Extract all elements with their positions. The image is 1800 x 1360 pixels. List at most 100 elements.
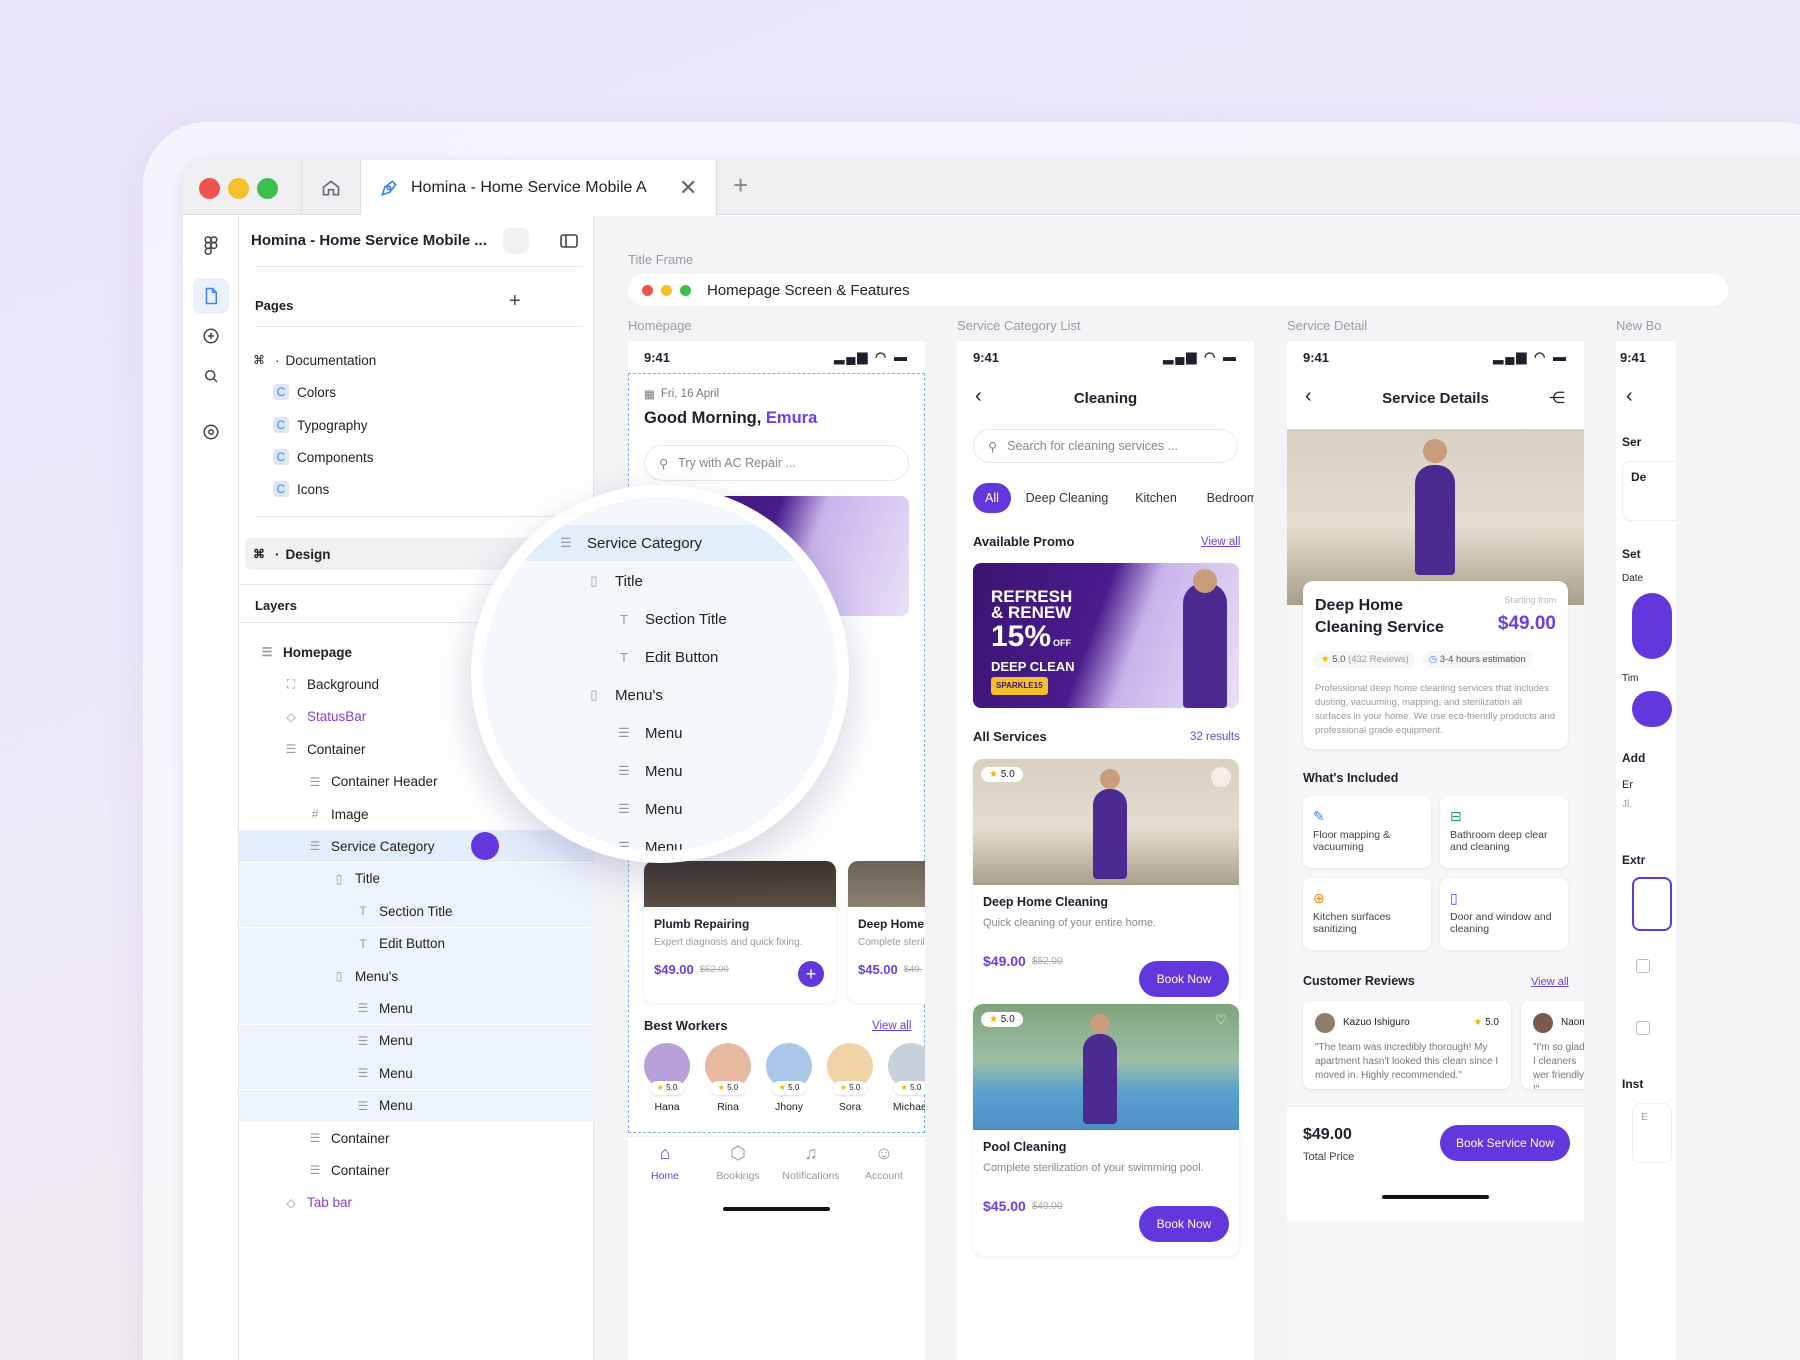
frame-label-detail: Service Detail: [1287, 318, 1368, 333]
file-name-dropdown[interactable]: Homina - Home Service Mobile ... ⌄: [251, 232, 510, 249]
book-now-button[interactable]: Book Now: [1139, 961, 1229, 997]
page-prefix: ⌘: [253, 547, 265, 561]
starting-from: Starting from: [1504, 595, 1556, 605]
layer-row[interactable]: T Section Title: [239, 895, 594, 928]
page-item-icons[interactable]: C Icons: [239, 473, 594, 505]
nb-time-pill[interactable]: [1632, 691, 1672, 727]
tab-account[interactable]: ☺ Account: [849, 1143, 919, 1182]
star-icon: ★: [717, 1083, 728, 1092]
user-name: Emura: [765, 409, 818, 427]
new-booking-frame[interactable]: 9:41 ‹ Ser De Set Date Tim Add Er Jl. Ex…: [1616, 341, 1676, 1360]
home-search-input[interactable]: ⚲ Try with AC Repair ...: [644, 445, 909, 481]
layer-row[interactable]: T Edit Button: [239, 927, 594, 960]
toggle-sidebar-icon[interactable]: [560, 234, 578, 248]
nb-date-pill[interactable]: [1632, 593, 1672, 659]
layer-row[interactable]: ☰ Menu: [239, 1024, 594, 1057]
tab-bookings[interactable]: ⬡ Bookings: [703, 1143, 773, 1182]
filter-pill-deep-cleaning[interactable]: Deep Cleaning: [1019, 483, 1115, 513]
promo-banner[interactable]: REFRESH & RENEW 15% OFF DEEP CLEAN SPARKL…: [973, 563, 1239, 708]
user-icon: ☺: [874, 1143, 894, 1163]
rating-chip: ★ 5.0 (432 Reviews): [1315, 651, 1415, 668]
service-card[interactable]: ★ 5.0 ♡ Deep Home Cleaning Quick cleanin…: [973, 759, 1239, 1011]
lens-row-menus: ▯ Menu's: [483, 677, 837, 713]
book-now-button[interactable]: Book Now: [1139, 1206, 1229, 1242]
category-search-input[interactable]: ⚲ Search for cleaning services ...: [973, 429, 1238, 463]
layer-row[interactable]: ☰ Container: [239, 1154, 594, 1186]
star-icon: ★: [900, 1083, 911, 1092]
nb-instructions-input[interactable]: E: [1632, 1103, 1672, 1163]
lens-handle[interactable]: [471, 832, 499, 860]
layer-label: Container: [331, 1130, 390, 1146]
page-item-components[interactable]: C Components: [239, 441, 594, 473]
rating-value: 5.0: [1000, 769, 1015, 780]
tool-rail: [183, 216, 239, 1360]
page-component-icon: C: [273, 481, 289, 497]
category-frame[interactable]: 9:41 ▂▄▆ ◠ ▬ ‹ Cleaning ⚲ Search for clean…: [957, 341, 1254, 1360]
home-service-card[interactable]: Plumb Repairing Expert diagnosis and qui…: [644, 861, 836, 1003]
figma-menu-icon[interactable]: [193, 228, 229, 264]
worker-name: Jhony: [774, 1101, 804, 1113]
filter-pill-bedroom[interactable]: Bedroom: [1197, 483, 1254, 513]
title-frame[interactable]: Homepage Screen & Features: [628, 274, 1728, 306]
add-service-button[interactable]: +: [798, 961, 824, 987]
layer-row[interactable]: ☰ Container: [239, 1122, 594, 1154]
close-tab-icon[interactable]: ✕: [679, 175, 697, 201]
tab-label: Account: [865, 1170, 903, 1182]
layer-label: Background: [307, 676, 380, 692]
filter-pill-all[interactable]: All: [973, 483, 1011, 513]
lens-label: Edit Button: [645, 648, 719, 666]
book-service-now-button[interactable]: Book Service Now: [1440, 1125, 1570, 1161]
layer-row[interactable]: ▯ Title: [239, 862, 594, 895]
page-item-documentation[interactable]: ⌘ · Documentation: [239, 344, 594, 376]
nb-checkbox[interactable]: [1636, 1021, 1650, 1035]
nb-extra-checked[interactable]: [1632, 877, 1672, 931]
page-prefix: ⌘: [253, 353, 265, 367]
close-window-button[interactable]: [199, 178, 220, 199]
best-workers-view-all[interactable]: View all: [872, 1020, 911, 1032]
search-icon[interactable]: [193, 358, 229, 394]
component-instance-icon: ◇: [286, 709, 296, 724]
heart-icon[interactable]: ♡: [1211, 1012, 1231, 1032]
signal-icons: ▂▄▆ ◠ ▬: [834, 349, 909, 364]
home-service-card[interactable]: Deep Home C Complete sterili $45.00 $49.: [848, 861, 925, 1003]
layer-row[interactable]: ☰ Menu: [239, 992, 594, 1025]
layer-row[interactable]: ▯ Menu's: [239, 960, 594, 992]
tab-notifications[interactable]: ♫ Notifications: [776, 1143, 846, 1182]
page-item-colors[interactable]: C Colors: [239, 376, 594, 408]
add-page-icon[interactable]: +: [509, 290, 521, 313]
autolayout-icon: ▯: [335, 871, 343, 886]
detail-title: Service Details: [1382, 390, 1489, 407]
layer-label: Menu: [379, 1033, 413, 1049]
file-pages-icon[interactable]: [193, 278, 229, 314]
layer-row[interactable]: ◇ Tab bar: [239, 1187, 594, 1219]
plugins-icon[interactable]: [193, 414, 229, 450]
green-dot: [680, 284, 691, 296]
file-tab[interactable]: Homina - Home Service Mobile A ✕: [361, 160, 717, 216]
new-tab-icon[interactable]: +: [733, 170, 748, 201]
promo-view-all[interactable]: View all: [1201, 536, 1240, 548]
page-item-typography[interactable]: C Typography: [239, 409, 594, 441]
add-icon[interactable]: [193, 318, 229, 354]
nb-checkbox[interactable]: [1636, 959, 1650, 973]
detail-frame[interactable]: 9:41 ▂▄▆ ◠ ▬ ‹ Service Details ⋲ Deep Hom…: [1287, 341, 1584, 1360]
minimize-window-button[interactable]: [228, 178, 249, 199]
layer-row[interactable]: ☰ Menu: [239, 1057, 594, 1090]
heart-icon[interactable]: ♡: [1211, 767, 1231, 787]
home-tab-button[interactable]: [301, 160, 361, 215]
filter-pill-kitchen[interactable]: Kitchen: [1123, 483, 1189, 513]
star-icon: ★: [1321, 654, 1330, 665]
tab-home[interactable]: ⌂ Home: [630, 1143, 700, 1182]
home-indicator: [723, 1207, 830, 1211]
service-old-price: $49.00: [1031, 1200, 1063, 1212]
lens-label: Service Category: [587, 534, 703, 552]
nb-label: Date: [1622, 573, 1644, 584]
share-icon[interactable]: ⋲: [1549, 388, 1565, 408]
maximize-window-button[interactable]: [257, 178, 278, 199]
service-card[interactable]: ★ 5.0 ♡ Pool Cleaning Complete steriliza…: [973, 1004, 1239, 1256]
reviews-view-all[interactable]: View all: [1531, 976, 1569, 988]
layer-label: Homepage: [283, 644, 353, 660]
back-icon[interactable]: ‹: [1626, 385, 1633, 408]
service-desc: Quick cleaning of your entire home.: [983, 917, 1157, 929]
layer-row[interactable]: ☰ Menu: [239, 1089, 594, 1122]
nb-field[interactable]: De: [1622, 461, 1676, 521]
